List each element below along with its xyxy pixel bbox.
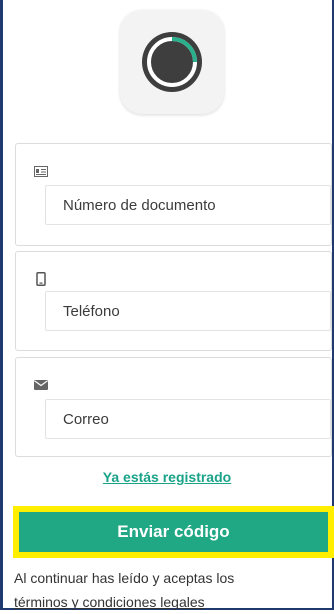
terms-link[interactable]: términos y condiciones legales: [14, 590, 332, 614]
phone-card: Teléfono: [15, 251, 332, 351]
phone-icon: [34, 272, 48, 286]
send-code-button[interactable]: Enviar código: [19, 512, 328, 552]
envelope-icon: [34, 378, 48, 392]
send-code-highlight: Enviar código: [13, 506, 334, 558]
document-number-placeholder: Número de documento: [63, 196, 216, 214]
phone-placeholder: Teléfono: [63, 302, 120, 320]
app-logo-icon: [142, 32, 202, 92]
already-registered-link[interactable]: Ya estás registrado: [0, 469, 334, 485]
legal-prefix-text: Al continuar has leído y aceptas los: [14, 570, 235, 586]
document-number-input[interactable]: Número de documento: [45, 185, 331, 225]
phone-input[interactable]: Teléfono: [45, 291, 331, 331]
document-card: Número de documento: [15, 143, 332, 246]
email-input[interactable]: Correo: [45, 399, 331, 439]
legal-notice: Al continuar has leído y aceptas los tér…: [14, 566, 332, 614]
email-placeholder: Correo: [63, 410, 109, 428]
email-card: Correo: [15, 357, 332, 457]
id-card-icon: [34, 164, 48, 178]
app-logo: [120, 10, 224, 114]
